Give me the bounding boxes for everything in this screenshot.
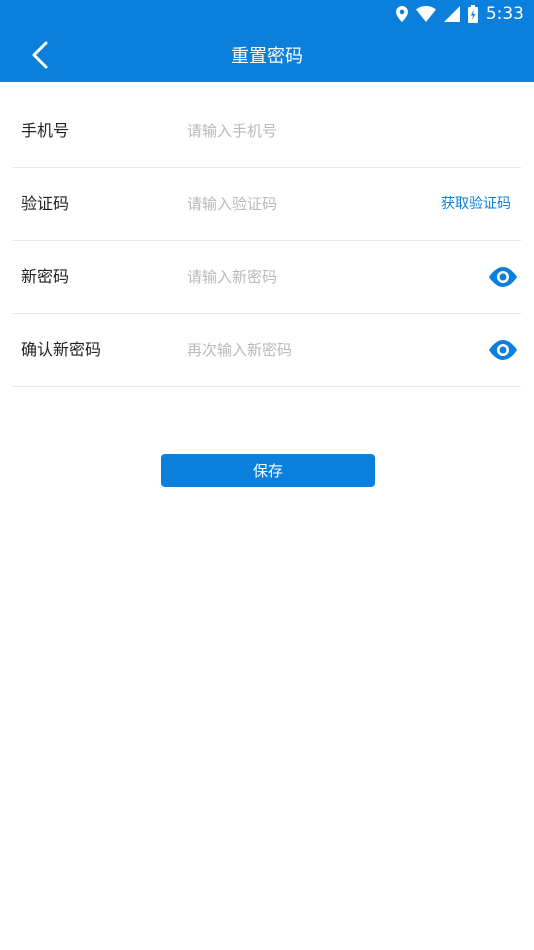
eye-icon <box>489 340 517 360</box>
battery-icon <box>467 5 478 23</box>
phone-label: 手机号 <box>21 121 70 140</box>
confirm-password-row: 确认新密码 <box>13 314 521 387</box>
code-row: 验证码 获取验证码 <box>13 168 521 241</box>
signal-icon <box>443 6 460 22</box>
code-label: 验证码 <box>21 194 70 213</box>
new-password-input[interactable] <box>187 261 417 293</box>
confirm-password-input[interactable] <box>187 334 417 366</box>
get-code-button[interactable]: 获取验证码 <box>441 168 511 240</box>
confirm-password-visibility-toggle[interactable] <box>487 338 519 362</box>
app-bar: 重置密码 <box>0 28 534 82</box>
new-password-label: 新密码 <box>21 267 70 286</box>
location-icon <box>395 6 408 22</box>
page-title: 重置密码 <box>231 46 303 67</box>
phone-input[interactable] <box>187 115 417 147</box>
status-time: 5:33 <box>485 4 524 24</box>
phone-row: 手机号 <box>13 95 521 168</box>
status-bar: 5:33 <box>0 0 534 28</box>
new-password-row: 新密码 <box>13 241 521 314</box>
new-password-visibility-toggle[interactable] <box>487 265 519 289</box>
status-icons: 5:33 <box>395 0 524 28</box>
save-button[interactable]: 保存 <box>161 454 375 487</box>
code-input[interactable] <box>187 188 417 220</box>
eye-icon <box>489 267 517 287</box>
reset-password-form: 手机号 验证码 获取验证码 新密码 确认新密码 <box>0 95 534 387</box>
wifi-icon <box>415 6 436 22</box>
confirm-password-label: 确认新密码 <box>21 340 102 359</box>
